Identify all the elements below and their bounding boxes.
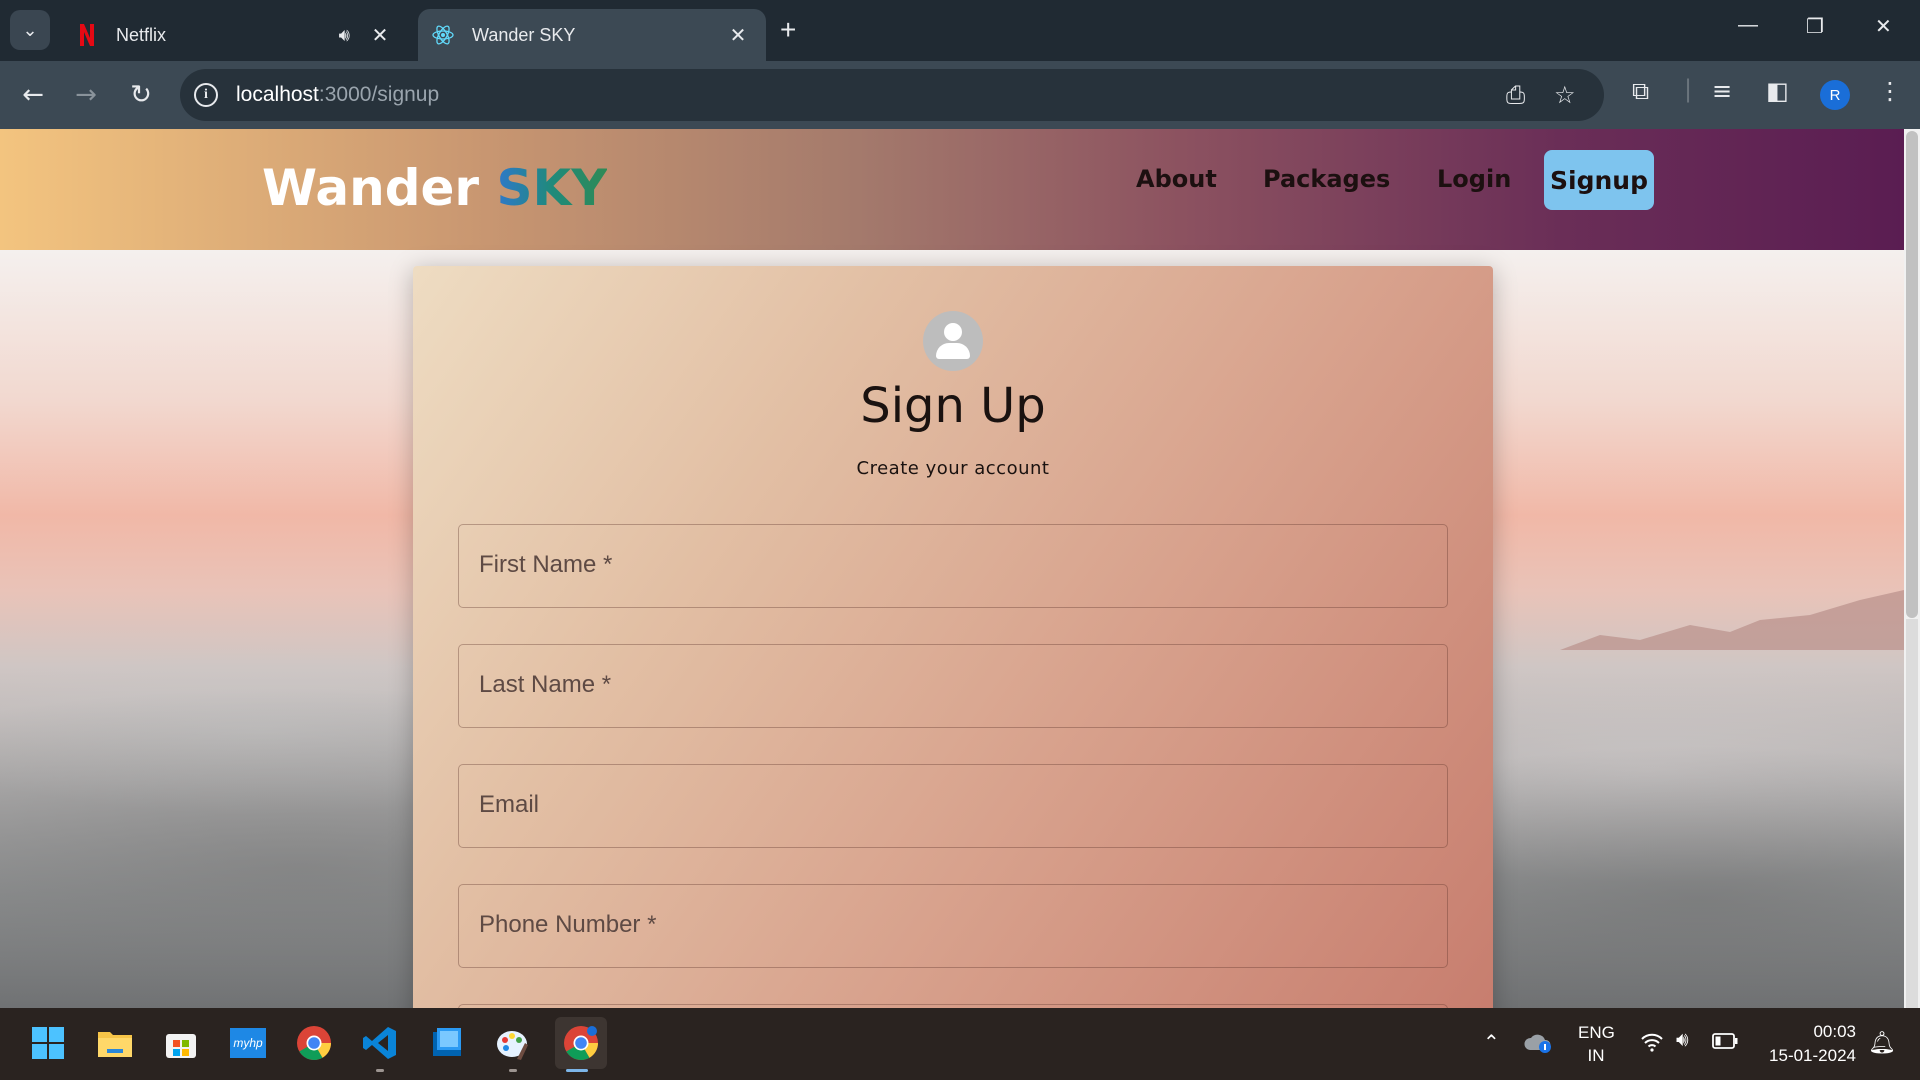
running-indicator	[509, 1069, 517, 1072]
microsoft-store-icon[interactable]	[158, 1020, 204, 1066]
myhp-icon[interactable]: myhp	[225, 1020, 271, 1066]
email-label: Email	[479, 791, 540, 818]
extensions-icon[interactable]: ⧉	[1632, 77, 1649, 105]
last-name-label: Last Name *	[479, 671, 612, 698]
user-avatar-icon	[923, 311, 983, 371]
more-menu-icon[interactable]: ⋮	[1878, 77, 1902, 105]
paint-icon[interactable]	[490, 1020, 536, 1066]
onedrive-icon[interactable]	[1524, 1032, 1552, 1059]
minimize-icon[interactable]: —	[1738, 14, 1758, 37]
active-indicator	[566, 1069, 588, 1072]
scrollbar-thumb[interactable]	[1906, 131, 1918, 618]
url-text: localhost:3000/signup	[236, 83, 440, 106]
browser-tab-bar: ⌄ Netflix 🔊︎ ✕ Wander SKY ✕ + — ❐ ✕	[0, 0, 1920, 61]
tab-title: Netflix	[116, 24, 167, 45]
last-name-field[interactable]: Last Name *	[458, 644, 1448, 728]
chevron-down-icon: ⌄	[22, 19, 38, 41]
close-tab-icon[interactable]: ✕	[368, 23, 392, 48]
vscode-icon[interactable]	[357, 1020, 403, 1066]
close-window-icon[interactable]: ✕	[1875, 14, 1892, 39]
file-explorer-icon[interactable]	[92, 1020, 138, 1066]
browser-toolbar: ← → ↻ i localhost:3000/signup ⎙ ☆ ⧉ | ≡ …	[0, 61, 1920, 129]
brand-logo[interactable]: Wander SKY	[262, 159, 607, 217]
signup-card: Sign Up Create your account First Name *…	[413, 266, 1493, 1008]
windows-taskbar: myhp ⌃ ENG IN 🔊︎ 00:03 15-01-2024 🔔︎	[0, 1008, 1920, 1080]
chrome-profile-icon[interactable]	[555, 1017, 607, 1069]
new-tab-icon[interactable]: +	[780, 14, 796, 46]
react-icon	[432, 24, 454, 46]
nav-packages[interactable]: Packages	[1263, 165, 1390, 193]
netflix-icon	[76, 24, 98, 46]
side-panel-icon[interactable]: ◧	[1766, 77, 1789, 105]
tab-netflix[interactable]: Netflix 🔊︎ ✕	[62, 9, 408, 61]
forward-arrow-icon[interactable]: →	[68, 77, 104, 113]
toolbar-divider: |	[1684, 75, 1693, 103]
nav-about[interactable]: About	[1136, 165, 1217, 193]
battery-icon[interactable]	[1712, 1032, 1738, 1055]
back-arrow-icon[interactable]: ←	[15, 77, 51, 113]
address-bar[interactable]: i localhost:3000/signup ⎙ ☆	[180, 69, 1604, 121]
scrollbar-track	[1906, 619, 1918, 1008]
running-indicator	[376, 1069, 384, 1072]
notification-bell-icon[interactable]: 🔔︎	[1868, 1030, 1896, 1056]
wifi-icon[interactable]	[1640, 1032, 1664, 1058]
nav-login[interactable]: Login	[1437, 165, 1511, 193]
tab-wander-sky[interactable]: Wander SKY ✕	[418, 9, 766, 61]
app-icon[interactable]	[424, 1020, 470, 1066]
chevron-up-icon[interactable]: ⌃	[1483, 1030, 1500, 1055]
email-field[interactable]: Email	[458, 764, 1448, 848]
close-tab-icon[interactable]: ✕	[726, 23, 750, 48]
speaker-icon[interactable]: 🔊︎	[339, 25, 350, 46]
tab-title: Wander SKY	[472, 24, 576, 45]
first-name-field[interactable]: First Name *	[458, 524, 1448, 608]
site-info-icon[interactable]: i	[194, 83, 218, 107]
page-viewport: Wander SKY About Packages Login Signup S…	[0, 129, 1920, 1008]
volume-icon[interactable]: 🔊︎	[1676, 1029, 1689, 1052]
windows-start-icon[interactable]	[25, 1020, 71, 1066]
signup-subtitle: Create your account	[856, 458, 1050, 479]
phone-number-field[interactable]: Phone Number *	[458, 884, 1448, 968]
install-app-icon[interactable]: ⎙	[1506, 81, 1525, 109]
tab-search-button[interactable]: ⌄	[10, 10, 50, 50]
profile-avatar[interactable]: R	[1820, 80, 1850, 110]
media-control-icon[interactable]: ≡	[1712, 77, 1732, 105]
language-indicator[interactable]: ENG IN	[1578, 1023, 1615, 1066]
restore-icon[interactable]: ❐	[1806, 14, 1824, 39]
first-name-label: First Name *	[479, 551, 613, 578]
phone-number-label: Phone Number *	[479, 911, 657, 938]
nav-signup-button[interactable]: Signup	[1544, 150, 1654, 210]
signup-title: Sign Up	[860, 378, 1046, 434]
clock[interactable]: 00:03 15-01-2024	[1760, 1022, 1856, 1066]
mountain-peaks-image	[1560, 590, 1904, 650]
site-header: Wander SKY About Packages Login Signup	[0, 129, 1904, 250]
bookmark-star-icon[interactable]: ☆	[1554, 81, 1576, 109]
chrome-icon[interactable]	[291, 1020, 337, 1066]
reload-icon[interactable]: ↻	[123, 77, 159, 113]
